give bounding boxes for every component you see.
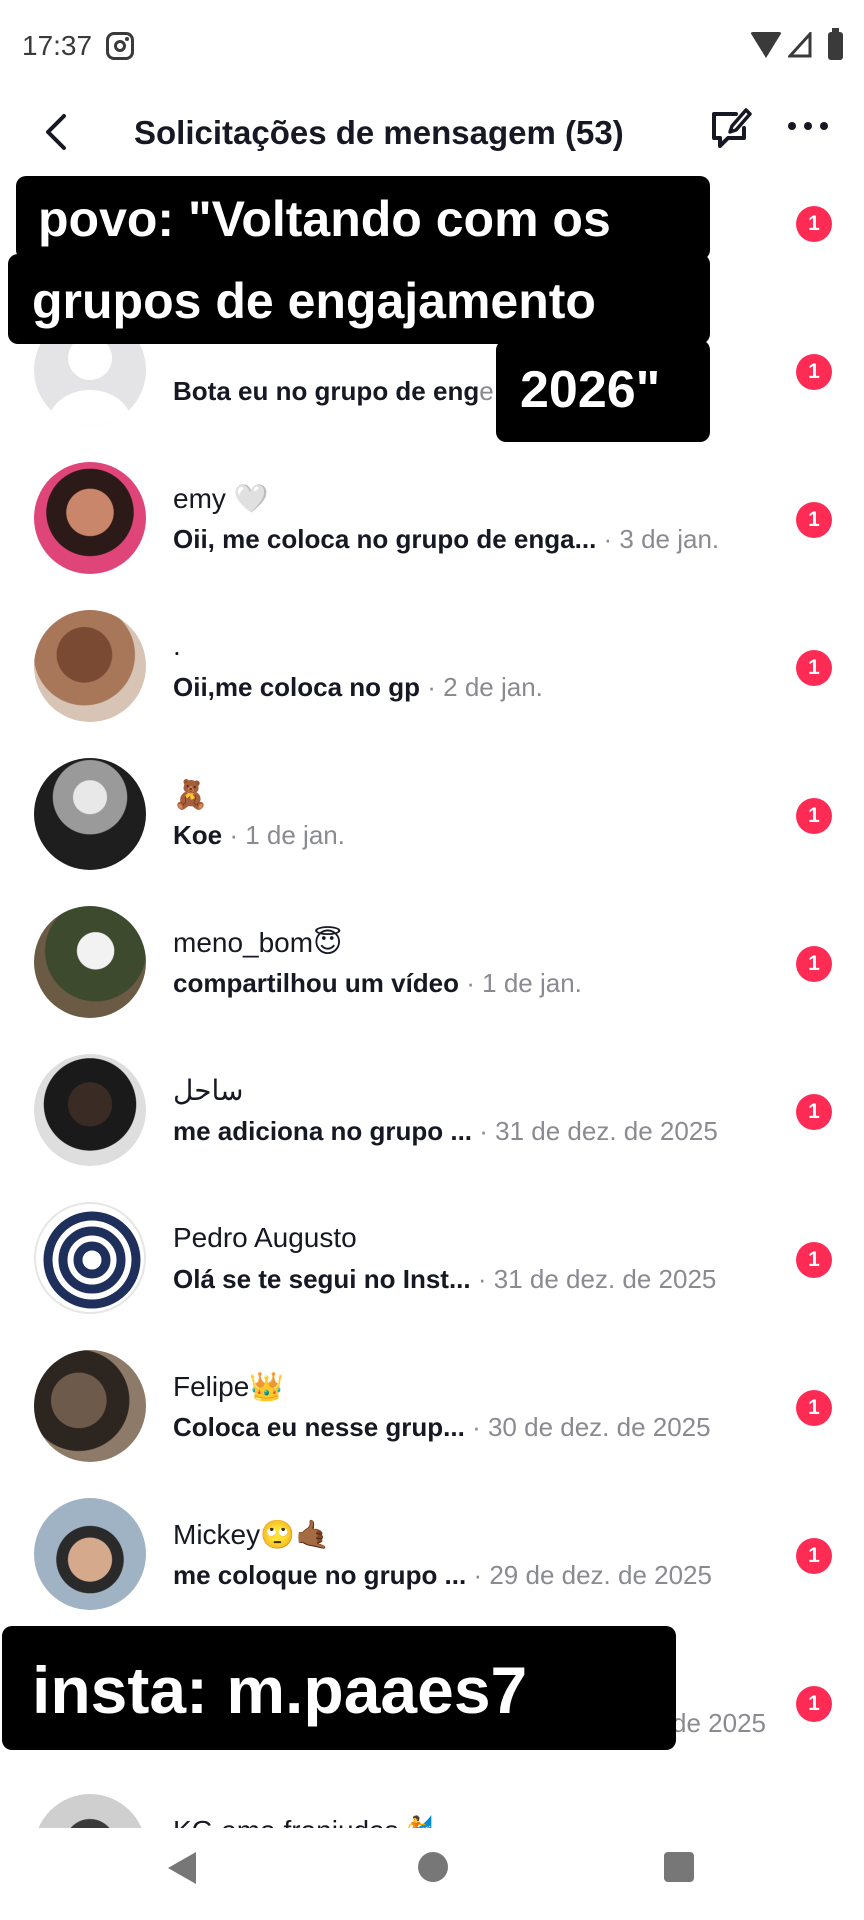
navigation-bar [0,1828,864,1920]
list-item[interactable]: Felipe👑 Coloca eu nesse grup... · 30 de … [0,1332,864,1480]
avatar [34,1054,146,1166]
list-item[interactable]: 🧸 Koe · 1 de jan. 1 [0,740,864,888]
message-date: · 30 de dez. de 2025 [464,1412,711,1442]
sender-name: KG ama franjudas🏄 [173,1814,434,1828]
spiral-avatar-icon [43,1211,141,1309]
overlay-insta-handle: insta: m.paaes7 [2,1626,676,1750]
list-item[interactable]: Mickey🙄🤙🏾 me coloque no grupo ... · 29 d… [0,1480,864,1628]
list-item[interactable]: emy 🤍 Oii, me coloca no grupo de enga...… [0,444,864,592]
unread-badge: 1 [796,206,832,242]
sender-name: meno_bom😇 [173,927,343,958]
unread-badge: 1 [796,798,832,834]
message-preview: Oii, me coloca no grupo de enga... [173,524,597,554]
unread-badge: 1 [796,1390,832,1426]
sender-name: . [173,630,181,661]
message-preview: me coloque no grupo ... [173,1560,467,1590]
unread-badge: 1 [796,1242,832,1278]
unread-badge: 1 [796,1538,832,1574]
sender-name: emy 🤍 [173,483,269,514]
avatar [34,758,146,870]
message-request-list: 1 Bota eu no grupo de enge jan. 1 emy 🤍 … [0,148,864,1828]
message-date: · 31 de dez. de 2025 [472,1116,718,1146]
unread-badge: 1 [796,354,832,390]
sender-name: Pedro Augusto [173,1222,357,1253]
sender-name: ساحل [173,1075,244,1106]
unread-badge: 1 [796,502,832,538]
avatar [34,1498,146,1610]
more-icon[interactable] [788,122,830,134]
avatar [34,1350,146,1462]
message-preview: me adiciona no grupo ... [173,1116,473,1146]
unread-badge: 1 [796,650,832,686]
list-item[interactable]: Pedro Augusto Olá se te segui no Inst...… [0,1184,864,1332]
page-title: Solicitações de mensagem (53) [134,114,624,151]
compose-icon[interactable] [706,104,754,152]
avatar [34,906,146,1018]
unread-badge: 1 [796,1094,832,1130]
unread-badge: 1 [796,1686,832,1722]
avatar [34,1794,146,1828]
list-item[interactable]: . Oii,me coloca no gp · 2 de jan. 1 [0,592,864,740]
unread-badge: 1 [796,946,832,982]
message-preview: Coloca eu nesse grup... [173,1412,465,1442]
nav-back-icon[interactable] [168,1852,196,1884]
status-time: 17:37 [22,30,93,61]
avatar [34,610,146,722]
sender-name: Felipe👑 [173,1371,285,1402]
battery-icon [828,28,843,60]
nav-recents-icon[interactable] [664,1852,694,1882]
avatar [34,1202,146,1314]
wifi-icon [750,32,782,58]
message-preview: Olá se te segui no Inst... [173,1264,471,1294]
list-item[interactable]: ساحل me adiciona no grupo ... · 31 de de… [0,1036,864,1184]
signal-icon [788,32,812,58]
message-preview: Bota eu no grupo de eng [173,376,480,406]
message-date: · 31 de dez. de 2025 [470,1264,717,1294]
avatar [34,462,146,574]
message-date: · 3 de jan. [596,524,720,554]
overlay-caption-line2: grupos de engajamento [8,254,710,344]
nav-home-icon[interactable] [418,1852,448,1882]
message-preview: Oii,me coloca no gp [173,672,421,702]
message-preview: Koe [173,820,223,850]
message-date: · 1 de jan. [222,820,345,850]
overlay-caption-line1: povo: "Voltando com os [16,176,710,260]
message-date: · 29 de dez. de 2025 [466,1560,712,1590]
message-date: · 1 de jan. [459,968,582,998]
sender-name: Mickey🙄🤙🏾 [173,1519,330,1550]
overlay-caption-line3: 2026" [496,340,710,442]
instagram-icon [106,32,134,60]
sender-name: 🧸 [173,779,208,810]
message-date: de 2025 [672,1708,766,1738]
list-item[interactable]: meno_bom😇 compartilhou um vídeo · 1 de j… [0,888,864,1036]
message-preview: compartilhou um vídeo [173,968,460,998]
message-date: · 2 de jan. [420,672,543,702]
status-bar: 17:37 [0,0,864,96]
list-item[interactable]: KG ama franjudas🏄 [0,1776,864,1828]
